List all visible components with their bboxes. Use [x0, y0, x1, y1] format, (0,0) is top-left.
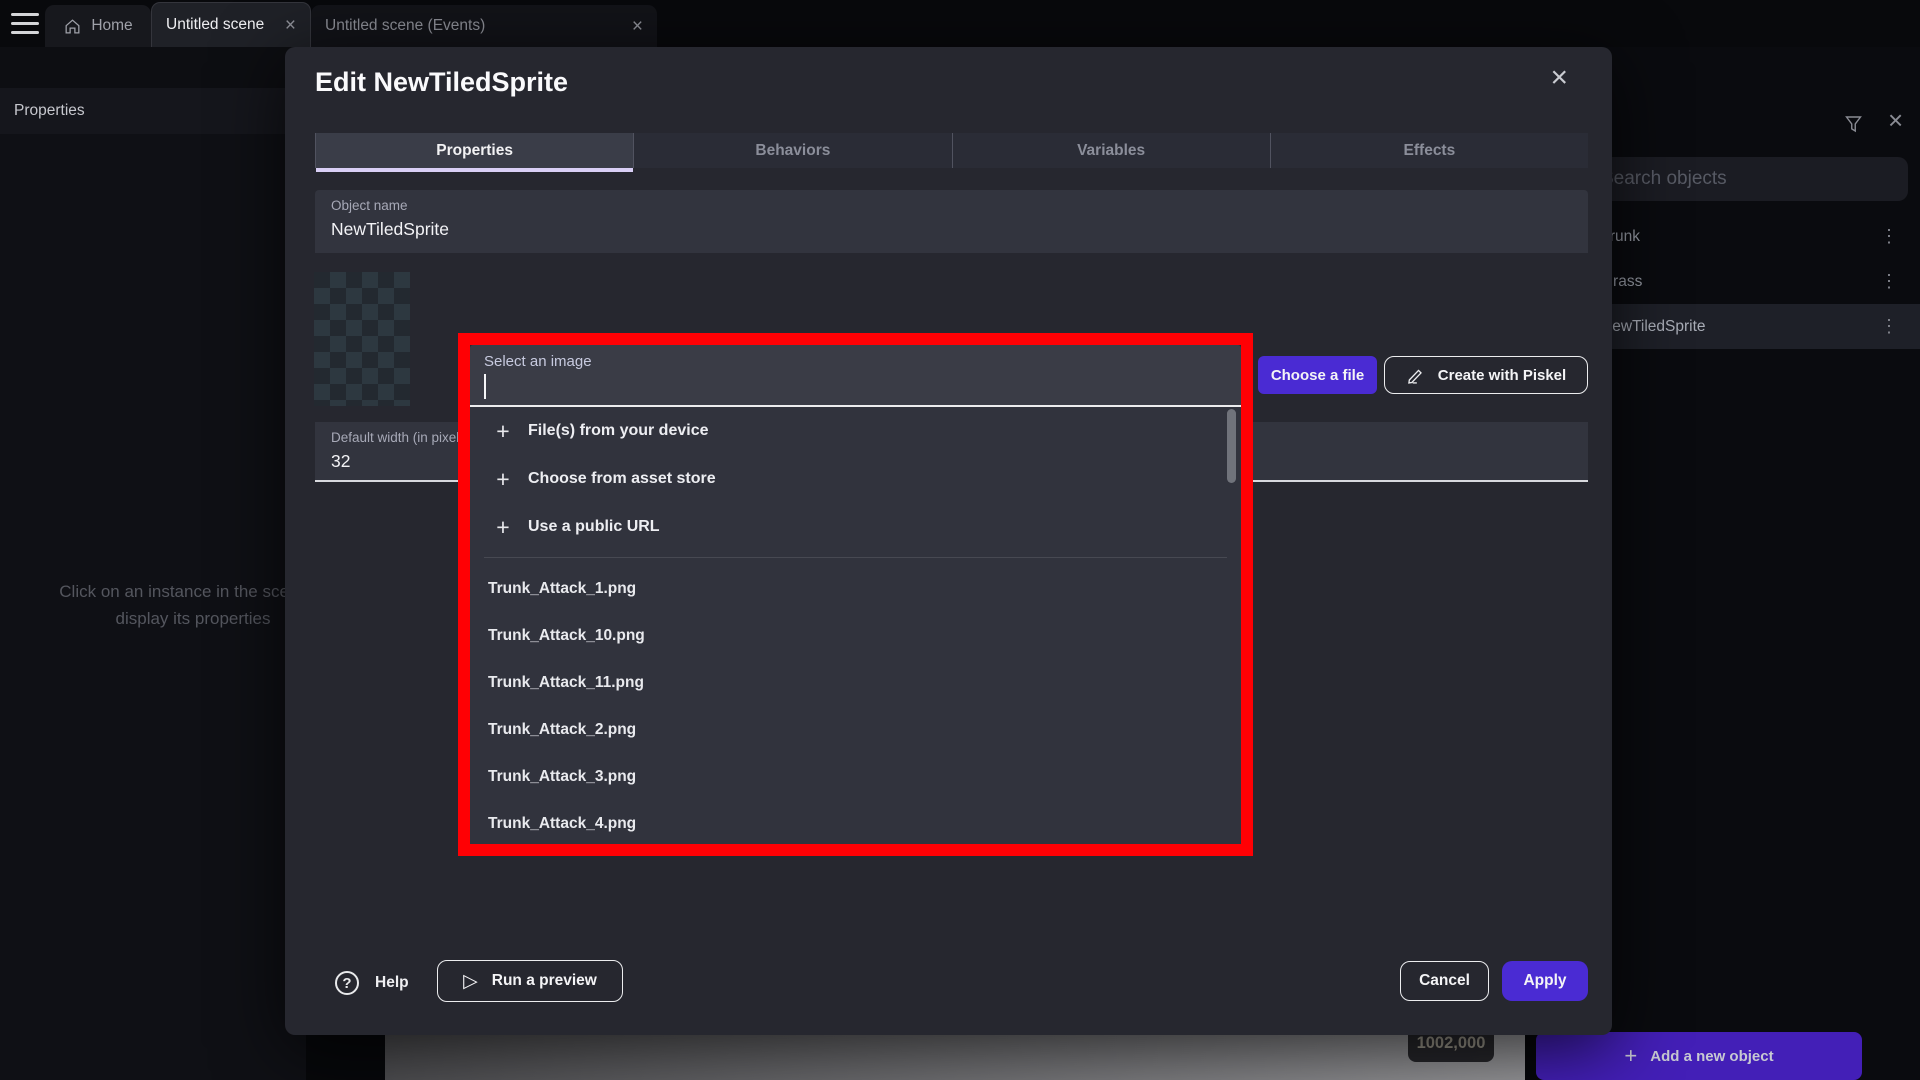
- default-width-value: 32: [331, 451, 350, 472]
- scrollbar-thumb[interactable]: [1227, 409, 1236, 483]
- picker-file-item[interactable]: Trunk_Attack_11.png: [470, 659, 1241, 706]
- object-list: Trunk ⋮ Grass ⋮ NewTiledSprite ⋮: [1560, 214, 1920, 349]
- hamburger-menu-icon[interactable]: [11, 13, 39, 34]
- plus-icon: +: [492, 466, 514, 493]
- choose-a-file-button[interactable]: Choose a file: [1258, 356, 1377, 394]
- cancel-button[interactable]: Cancel: [1400, 961, 1489, 1001]
- picker-action-item[interactable]: + Use a public URL: [470, 503, 1241, 551]
- picker-file-item[interactable]: Trunk_Attack_1.png: [470, 565, 1241, 612]
- objects-panel: × Search objects Trunk ⋮ Grass ⋮ NewTile…: [1560, 47, 1920, 1080]
- tab-label: Untitled scene (Events): [325, 17, 485, 35]
- apply-button[interactable]: Apply: [1502, 961, 1588, 1001]
- image-picker-files: Trunk_Attack_1.png Trunk_Attack_10.png T…: [470, 565, 1241, 844]
- dialog-tabs: Properties Behaviors Variables Effects: [315, 133, 1588, 168]
- tab-label: Home: [91, 17, 132, 35]
- editor-tab[interactable]: Home: [45, 5, 151, 47]
- object-list-item[interactable]: Trunk ⋮: [1560, 214, 1920, 259]
- tab-label: Untitled scene: [166, 16, 264, 34]
- run-preview-button[interactable]: ▷ Run a preview: [437, 960, 623, 1002]
- picker-file-item[interactable]: Trunk_Attack_4.png: [470, 800, 1241, 844]
- editor-tab[interactable]: Untitled scene (Events) ×: [311, 5, 657, 47]
- select-image-label: Select an image: [484, 353, 592, 370]
- plus-icon: +: [492, 418, 514, 445]
- kebab-menu-icon[interactable]: ⋮: [1880, 226, 1898, 247]
- dialog-tab[interactable]: Variables: [952, 133, 1270, 168]
- kebab-menu-icon[interactable]: ⋮: [1880, 316, 1898, 337]
- dialog-tab[interactable]: Behaviors: [633, 133, 951, 168]
- top-bar: Home Untitled scene × Untitled scene (Ev…: [0, 0, 1920, 47]
- object-name-label: Object name: [331, 198, 408, 213]
- picker-action-item[interactable]: + Choose from asset store: [470, 455, 1241, 503]
- help-button[interactable]: ? Help: [335, 969, 409, 997]
- dialog-tab[interactable]: Properties: [315, 133, 633, 168]
- editor-tab[interactable]: Untitled scene ×: [151, 2, 311, 47]
- properties-panel-title: Properties: [0, 88, 306, 134]
- highlight-red-box: Select an image + File(s) from your devi…: [458, 333, 1253, 856]
- help-icon: ?: [335, 971, 359, 995]
- image-picker-menu: + File(s) from your device + Choose from…: [470, 407, 1241, 844]
- create-with-piskel-button[interactable]: Create with Piskel: [1384, 356, 1588, 394]
- search-placeholder: Search objects: [1601, 157, 1727, 201]
- picker-file-item[interactable]: Trunk_Attack_3.png: [470, 753, 1241, 800]
- object-list-item[interactable]: Grass ⋮: [1560, 259, 1920, 304]
- close-icon[interactable]: ×: [277, 16, 296, 35]
- close-icon[interactable]: ×: [1888, 105, 1903, 136]
- select-image-input[interactable]: Select an image: [470, 345, 1241, 407]
- close-icon[interactable]: ×: [624, 17, 643, 36]
- edit-object-dialog: Edit NewTiledSprite × Properties Behavio…: [285, 47, 1612, 1035]
- text-caret: [484, 374, 486, 399]
- filter-icon[interactable]: [1843, 113, 1864, 135]
- search-objects-input[interactable]: Search objects: [1582, 157, 1908, 201]
- play-icon: ▷: [463, 970, 478, 993]
- default-width-label: Default width (in pixels): [331, 430, 471, 445]
- picker-file-item[interactable]: Trunk_Attack_2.png: [470, 706, 1241, 753]
- sprite-thumbnail-transparent[interactable]: [314, 272, 410, 406]
- kebab-menu-icon[interactable]: ⋮: [1880, 271, 1898, 292]
- properties-panel: Properties Click on an instance in the s…: [0, 88, 306, 1080]
- close-icon[interactable]: ×: [1550, 61, 1568, 95]
- gdevelop-app: Home Untitled scene × Untitled scene (Ev…: [0, 0, 1920, 1080]
- object-name-value: NewTiledSprite: [331, 219, 449, 240]
- editor-tabs: Home Untitled scene × Untitled scene (Ev…: [45, 0, 657, 47]
- object-list-item[interactable]: NewTiledSprite ⋮: [1560, 304, 1920, 349]
- plus-icon: +: [1624, 1043, 1637, 1069]
- plus-icon: +: [492, 514, 514, 541]
- image-picker-quick-actions: + File(s) from your device + Choose from…: [470, 407, 1241, 551]
- pencil-icon: [1406, 365, 1426, 385]
- home-icon: [63, 17, 82, 36]
- dialog-tab[interactable]: Effects: [1270, 133, 1588, 168]
- dialog-title: Edit NewTiledSprite: [315, 67, 568, 98]
- picker-file-item[interactable]: Trunk_Attack_10.png: [470, 612, 1241, 659]
- menu-divider: [484, 557, 1227, 558]
- add-new-object-button[interactable]: + Add a new object: [1536, 1032, 1862, 1080]
- picker-action-item[interactable]: + File(s) from your device: [470, 407, 1241, 455]
- object-name-field[interactable]: Object name NewTiledSprite: [315, 190, 1588, 253]
